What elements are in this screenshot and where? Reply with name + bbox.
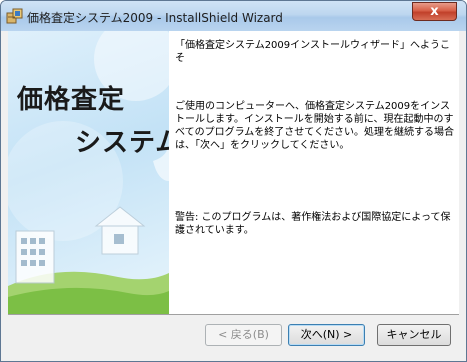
close-button[interactable]: x <box>412 2 457 21</box>
wizard-content: 「価格査定システム2009インストールウィザード」へようこそ ご使用のコンピュー… <box>169 31 459 314</box>
welcome-title: 「価格査定システム2009インストールウィザード」へようこそ <box>175 40 450 64</box>
window-title: 価格査定システム2009 - InstallShield Wizard <box>27 11 283 25</box>
button-bar: < 戻る(B) 次へ(N) > キャンセル <box>8 314 459 357</box>
cancel-button[interactable]: キャンセル <box>377 324 451 346</box>
banner-title-line2: システム <box>75 128 169 158</box>
wizard-banner: 価格査定 システム <box>8 31 169 314</box>
copyright-warning: 警告: このプログラムは、著作権法および国際協定によって保護されています。 <box>175 212 451 236</box>
next-button[interactable]: 次へ(N) > <box>288 324 365 346</box>
intro-text: ご使用のコンピューターへ、価格査定システム2009をインストールします。インスト… <box>175 101 454 151</box>
back-button[interactable]: < 戻る(B) <box>205 324 282 346</box>
banner-artwork <box>8 31 169 314</box>
installer-window: 価格査定システム2009 - InstallShield Wizard x 価格… <box>0 0 467 362</box>
wizard-client-area: 価格査定 システム 「価格査定システム2009インストールウィザード」へようこそ… <box>8 31 459 357</box>
installer-icon <box>6 8 23 24</box>
banner-title-line1: 価格査定 <box>17 85 126 115</box>
close-icon: x <box>430 4 439 19</box>
title-bar[interactable]: 価格査定システム2009 - InstallShield Wizard x <box>1 1 466 31</box>
